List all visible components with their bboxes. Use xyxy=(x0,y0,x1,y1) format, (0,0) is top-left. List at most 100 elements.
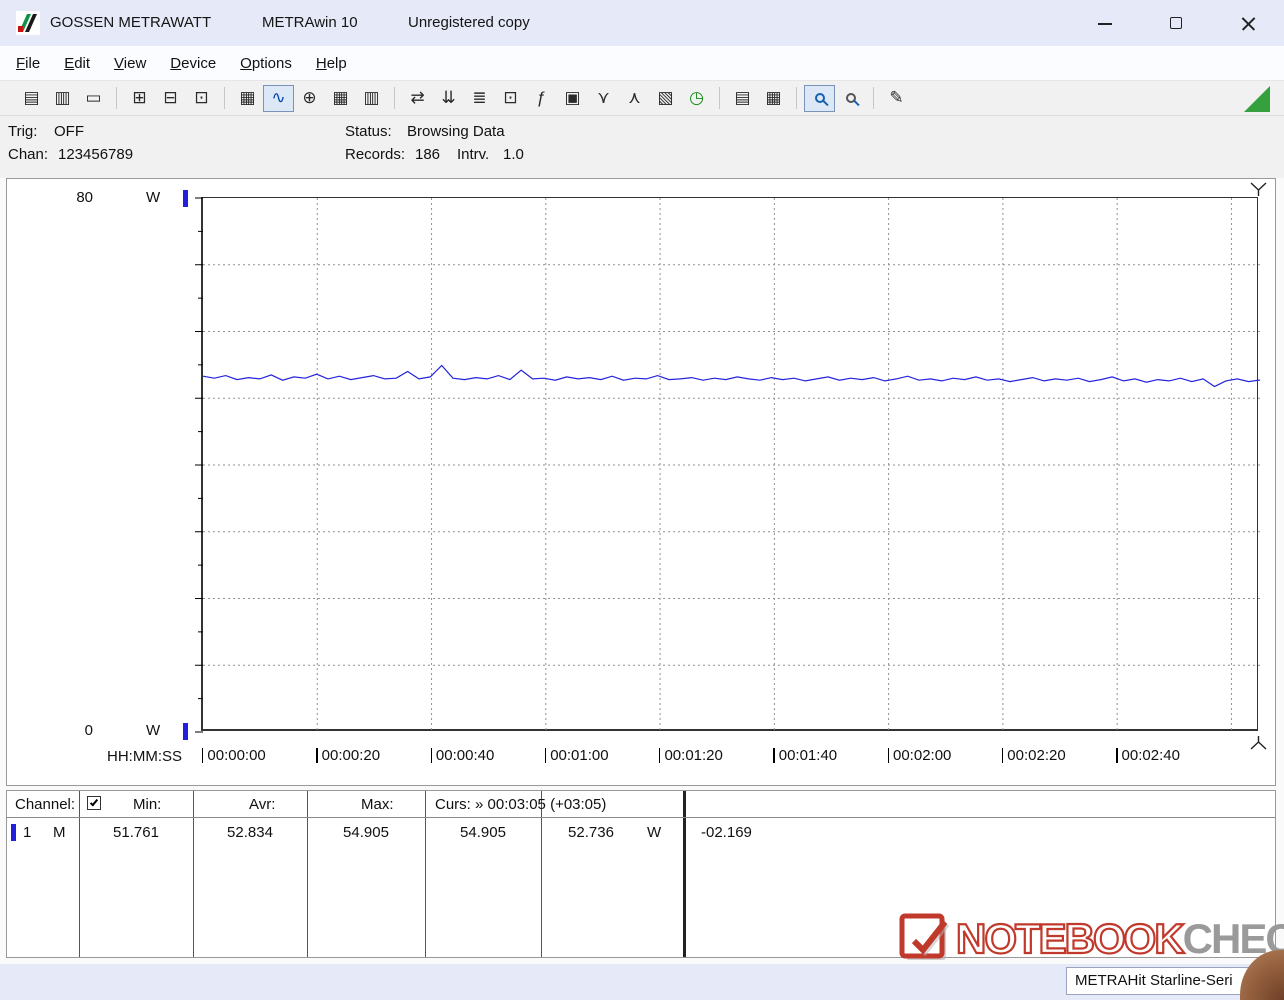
numeric-view-icon[interactable]: ▦ xyxy=(232,85,263,112)
titlebar[interactable]: GOSSEN METRAWATT METRAwin 10 Unregistere… xyxy=(0,0,1284,46)
status-row: Status: Browsing Data xyxy=(345,123,505,140)
check-icon xyxy=(89,797,99,807)
status-panel: Trig: OFF Chan: 123456789 Status: Browsing … xyxy=(0,116,1284,178)
zoom-mode-icon xyxy=(814,93,825,103)
y-unit-bottom-label: W xyxy=(146,722,161,739)
save-data-icon: ▥ xyxy=(54,88,71,107)
max-value: 54.905 xyxy=(343,824,389,841)
timer-icon[interactable]: ◷ xyxy=(681,85,712,112)
channel-merge-icon: ⋏ xyxy=(628,88,641,107)
meter-read-icon: ⊟ xyxy=(163,88,178,107)
channel-setup-icon[interactable]: ≣ xyxy=(464,85,495,112)
column-divider xyxy=(307,791,308,957)
memory-icon[interactable]: ▣ xyxy=(557,85,588,112)
maximize-button[interactable] xyxy=(1154,7,1198,39)
histogram-view-icon[interactable]: ▥ xyxy=(356,85,387,112)
print-preview-icon[interactable]: ▤ xyxy=(727,85,758,112)
meter-store-icon[interactable]: ⊡ xyxy=(186,85,217,112)
memory-icon: ▣ xyxy=(564,88,581,107)
toolbar-separator xyxy=(394,87,395,109)
device-transfer-icon[interactable]: ⇄ xyxy=(402,85,433,112)
formula-icon: ƒ xyxy=(536,88,547,107)
save-data-icon[interactable]: ▥ xyxy=(47,85,78,112)
channel-color-marker-bottom xyxy=(183,723,188,740)
open-data-icon: ▤ xyxy=(23,88,40,107)
xy-chart-icon[interactable]: ⊕ xyxy=(294,85,325,112)
max-header: Max: xyxy=(361,796,394,813)
meter-read-icon[interactable]: ⊟ xyxy=(155,85,186,112)
trend-line-channel1 xyxy=(202,364,1261,388)
x-tick-label: 00:01:20 xyxy=(659,747,723,765)
trend-chart-icon[interactable]: ∿ xyxy=(263,84,294,112)
watermark-text-notebook: NOTEBOOK xyxy=(955,914,1186,963)
x-tick-label: 00:00:20 xyxy=(316,747,380,765)
menu-device[interactable]: Device xyxy=(158,51,228,76)
status-value: Browsing Data xyxy=(407,123,505,140)
x-tick-label: 00:02:40 xyxy=(1116,747,1180,765)
table-view-icon: ▦ xyxy=(332,88,349,107)
clipboard-copy-icon[interactable]: ▧ xyxy=(650,85,681,112)
zoom-out-icon xyxy=(845,93,856,103)
chan-value: 123456789 xyxy=(58,146,134,163)
monitor-icon[interactable]: ⊡ xyxy=(495,85,526,112)
chan-row: Chan: 123456789 xyxy=(8,146,133,163)
print-icon[interactable]: ▦ xyxy=(758,85,789,112)
column-divider xyxy=(79,791,80,957)
column-divider xyxy=(541,791,542,957)
trend-plot[interactable] xyxy=(195,197,1261,733)
print-icon: ▦ xyxy=(765,88,782,107)
formula-icon[interactable]: ƒ xyxy=(526,85,557,112)
x-tick-mark xyxy=(1116,748,1118,763)
cursor-delta-value: -02.169 xyxy=(701,824,752,841)
table-view-icon[interactable]: ▦ xyxy=(325,85,356,112)
corner-indicator-icon[interactable] xyxy=(1244,86,1270,112)
cursor-handle-top[interactable] xyxy=(1250,182,1267,197)
meter-store-icon: ⊡ xyxy=(194,88,209,107)
table-header-divider xyxy=(7,817,1275,818)
menu-edit[interactable]: Edit xyxy=(52,51,102,76)
x-tick-label: 00:02:20 xyxy=(1001,747,1066,765)
clipboard-copy-icon: ▧ xyxy=(657,88,674,107)
menu-file[interactable]: File xyxy=(4,51,52,76)
device-download-icon[interactable]: ⇊ xyxy=(433,85,464,112)
zoom-out-icon[interactable] xyxy=(835,85,866,112)
avr-header: Avr: xyxy=(249,796,276,813)
menu-view[interactable]: View xyxy=(102,51,158,76)
x-tick-mark xyxy=(887,748,889,763)
maximize-icon xyxy=(1170,17,1182,29)
trig-value: OFF xyxy=(54,123,84,140)
chart-panel: 80 W 0 W HH:MM:SS 00:00:00 00:00:20 00:00:… xyxy=(6,178,1276,786)
channel-color-marker xyxy=(11,824,16,841)
channel-merge-icon[interactable]: ⋏ xyxy=(619,85,650,112)
channel-split-icon[interactable]: ⋎ xyxy=(588,85,619,112)
channel-visibility-checkbox[interactable] xyxy=(87,796,101,810)
meter-display-icon: ⊞ xyxy=(132,88,147,107)
cursor-header: Curs: » 00:03:05 (+03:05) xyxy=(435,796,607,813)
x-tick-mark xyxy=(544,748,547,763)
min-header: Min: xyxy=(133,796,162,813)
menu-help[interactable]: Help xyxy=(304,51,359,76)
open-folder-icon: ▭ xyxy=(85,88,102,107)
zoom-mode-icon[interactable] xyxy=(804,84,835,112)
timer-icon: ◷ xyxy=(689,88,704,107)
toolbar-separator xyxy=(719,87,720,109)
close-button[interactable] xyxy=(1226,7,1270,39)
window-title-status: Unregistered copy xyxy=(408,14,530,31)
meter-display-icon[interactable]: ⊞ xyxy=(124,85,155,112)
open-data-icon[interactable]: ▤ xyxy=(16,85,47,112)
menu-options[interactable]: Options xyxy=(228,51,304,76)
chan-label: Chan: xyxy=(8,146,49,163)
x-tick-mark xyxy=(1001,748,1004,763)
statusbar: METRAHit Starline-Seri xyxy=(0,964,1284,1000)
open-folder-icon[interactable]: ▭ xyxy=(78,85,109,112)
minimize-icon xyxy=(1098,23,1112,25)
annotation-icon[interactable]: ✎ xyxy=(881,85,912,112)
channel-color-marker-top xyxy=(183,190,188,207)
device-download-icon: ⇊ xyxy=(441,88,456,107)
avr-value: 52.834 xyxy=(227,824,273,841)
window-title-product: METRAwin 10 xyxy=(262,14,358,31)
minimize-button[interactable] xyxy=(1083,7,1127,39)
channel-setup-icon: ≣ xyxy=(472,88,487,107)
x-tick-mark xyxy=(316,748,318,763)
window-title-app: GOSSEN METRAWATT xyxy=(50,14,212,31)
